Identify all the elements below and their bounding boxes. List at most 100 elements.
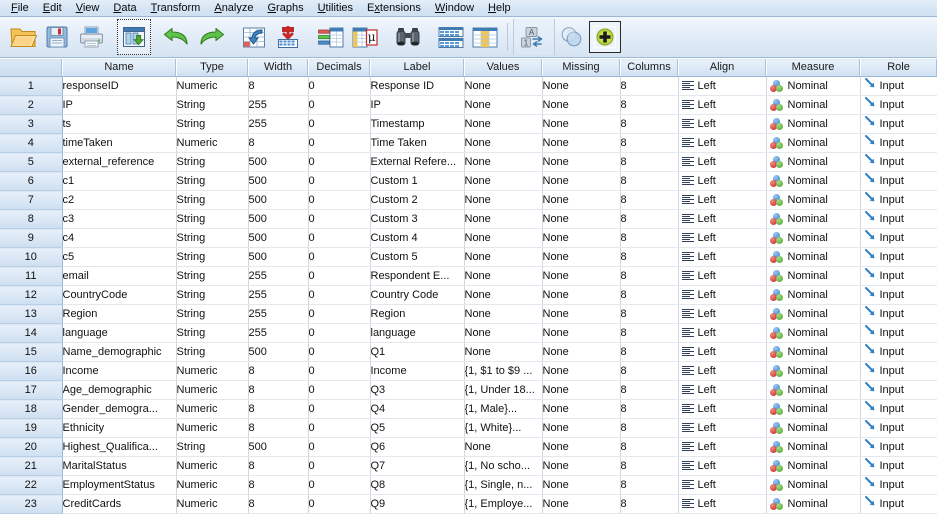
cell-width[interactable]: 8: [248, 76, 309, 96]
cell-columns[interactable]: 8: [620, 437, 679, 457]
menu-item-graphs[interactable]: Graphs: [260, 1, 310, 16]
cell-missing[interactable]: None: [542, 152, 621, 172]
cell-missing[interactable]: None: [542, 247, 621, 267]
cell-columns[interactable]: 8: [620, 361, 679, 381]
cell-align[interactable]: Left: [678, 475, 767, 495]
cell-width[interactable]: 8: [248, 399, 309, 419]
cell-missing[interactable]: None: [542, 456, 621, 476]
cell-width[interactable]: 255: [248, 114, 309, 134]
cell-width[interactable]: 500: [248, 190, 309, 210]
cell-measure[interactable]: Nominal: [766, 95, 861, 115]
cell-role[interactable]: Input: [860, 456, 937, 476]
column-header-rownum[interactable]: [0, 58, 63, 77]
table-row[interactable]: 4 timeTaken Numeric 8 0 Time Taken None None 8 Le…: [0, 133, 937, 153]
cell-measure[interactable]: Nominal: [766, 190, 861, 210]
cell-type[interactable]: String: [176, 323, 249, 343]
table-row[interactable]: 6 c1 String 500 0 Custom 1 None None 8 Left Nomina…: [0, 171, 937, 191]
cell-role[interactable]: Input: [860, 209, 937, 229]
cell-role[interactable]: Input: [860, 437, 937, 457]
table-row[interactable]: 23 CreditCards Numeric 8 0 Q9 {1, Employe... No…: [0, 494, 937, 514]
column-header-values[interactable]: Values: [464, 58, 543, 77]
cell-role[interactable]: Input: [860, 380, 937, 400]
row-number-cell[interactable]: 9: [0, 228, 63, 248]
cell-decimals[interactable]: 0: [308, 76, 371, 96]
table-row[interactable]: 10 c5 String 500 0 Custom 5 None None 8 Left Nomin…: [0, 247, 937, 267]
cell-name[interactable]: c5: [62, 247, 177, 267]
cell-missing[interactable]: None: [542, 399, 621, 419]
menu-item-transform[interactable]: Transform: [144, 1, 208, 16]
menu-item-edit[interactable]: Edit: [36, 1, 69, 16]
cell-align[interactable]: Left: [678, 171, 767, 191]
cell-width[interactable]: 500: [248, 228, 309, 248]
cell-values[interactable]: None: [464, 209, 543, 229]
cell-width[interactable]: 8: [248, 380, 309, 400]
cell-width[interactable]: 8: [248, 133, 309, 153]
descriptives-icon[interactable]: μ: [348, 19, 382, 55]
column-header-role[interactable]: Role: [860, 58, 937, 77]
table-row[interactable]: 3 ts String 255 0 Timestamp None None 8 Left Nomin…: [0, 114, 937, 134]
column-header-align[interactable]: Align: [678, 58, 767, 77]
column-header-missing[interactable]: Missing: [542, 58, 621, 77]
cell-measure[interactable]: Nominal: [766, 323, 861, 343]
menu-item-analyze[interactable]: Analyze: [207, 1, 260, 16]
row-number-cell[interactable]: 5: [0, 152, 63, 172]
cell-type[interactable]: String: [176, 171, 249, 191]
row-number-cell[interactable]: 11: [0, 266, 63, 286]
column-header-label[interactable]: Label: [370, 58, 465, 77]
cell-columns[interactable]: 8: [620, 266, 679, 286]
cell-label[interactable]: Region: [370, 304, 465, 324]
cell-columns[interactable]: 8: [620, 494, 679, 514]
cell-measure[interactable]: Nominal: [766, 247, 861, 267]
cell-align[interactable]: Left: [678, 323, 767, 343]
cell-name[interactable]: Age_demographic: [62, 380, 177, 400]
cell-role[interactable]: Input: [860, 399, 937, 419]
cell-decimals[interactable]: 0: [308, 133, 371, 153]
cell-align[interactable]: Left: [678, 190, 767, 210]
cell-missing[interactable]: None: [542, 418, 621, 438]
row-number-cell[interactable]: 8: [0, 209, 63, 229]
cell-type[interactable]: Numeric: [176, 361, 249, 381]
cell-name[interactable]: external_reference: [62, 152, 177, 172]
row-number-cell[interactable]: 14: [0, 323, 63, 343]
column-header-columns[interactable]: Columns: [620, 58, 679, 77]
row-number-cell[interactable]: 3: [0, 114, 63, 134]
cell-type[interactable]: String: [176, 114, 249, 134]
cell-measure[interactable]: Nominal: [766, 266, 861, 286]
cell-values[interactable]: {1, Employe...: [464, 494, 543, 514]
menu-item-data[interactable]: Data: [106, 1, 143, 16]
cell-label[interactable]: IP: [370, 95, 465, 115]
cell-role[interactable]: Input: [860, 76, 937, 96]
cell-role[interactable]: Input: [860, 228, 937, 248]
cell-role[interactable]: Input: [860, 133, 937, 153]
cell-decimals[interactable]: 0: [308, 399, 371, 419]
column-header-type[interactable]: Type: [176, 58, 249, 77]
cell-missing[interactable]: None: [542, 361, 621, 381]
menu-item-window[interactable]: Window: [428, 1, 481, 16]
undo-icon[interactable]: [160, 19, 194, 55]
cell-missing[interactable]: None: [542, 285, 621, 305]
cell-columns[interactable]: 8: [620, 342, 679, 362]
cell-type[interactable]: Numeric: [176, 76, 249, 96]
cell-width[interactable]: 255: [248, 304, 309, 324]
cell-decimals[interactable]: 0: [308, 285, 371, 305]
cell-name[interactable]: c4: [62, 228, 177, 248]
cell-missing[interactable]: None: [542, 190, 621, 210]
cell-role[interactable]: Input: [860, 266, 937, 286]
cell-align[interactable]: Left: [678, 76, 767, 96]
cell-type[interactable]: String: [176, 247, 249, 267]
cell-values[interactable]: None: [464, 228, 543, 248]
table-row[interactable]: 7 c2 String 500 0 Custom 2 None None 8 Left Nomina…: [0, 190, 937, 210]
cell-decimals[interactable]: 0: [308, 152, 371, 172]
cell-decimals[interactable]: 0: [308, 437, 371, 457]
cell-columns[interactable]: 8: [620, 190, 679, 210]
column-header-width[interactable]: Width: [248, 58, 309, 77]
cell-label[interactable]: Q4: [370, 399, 465, 419]
cell-values[interactable]: None: [464, 285, 543, 305]
cell-type[interactable]: Numeric: [176, 133, 249, 153]
cell-align[interactable]: Left: [678, 456, 767, 476]
cell-name[interactable]: Gender_demogra...: [62, 399, 177, 419]
cell-align[interactable]: Left: [678, 494, 767, 514]
table-row[interactable]: 5 external_reference String 500 0 External Re…: [0, 152, 937, 172]
cell-name[interactable]: c2: [62, 190, 177, 210]
table-row[interactable]: 22 EmploymentStatus Numeric 8 0 Q8 {1, Single,…: [0, 475, 937, 495]
